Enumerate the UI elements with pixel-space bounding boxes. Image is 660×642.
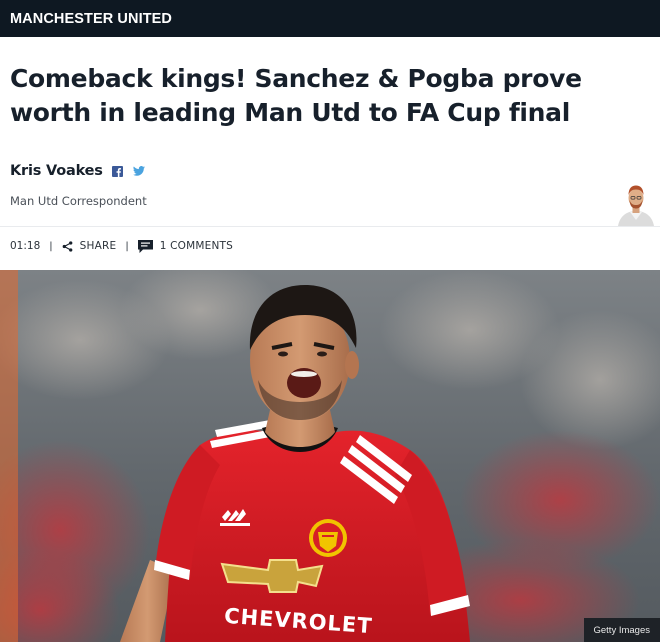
meta-separator: | bbox=[125, 240, 129, 252]
section-title[interactable]: MANCHESTER UNITED bbox=[10, 11, 172, 27]
share-button[interactable]: SHARE bbox=[62, 240, 117, 252]
meta-separator: | bbox=[49, 240, 53, 252]
twitter-icon[interactable] bbox=[132, 166, 145, 176]
author-role: Man Utd Correspondent bbox=[10, 194, 147, 208]
image-credit: Getty Images bbox=[583, 618, 660, 642]
club-crest bbox=[309, 519, 347, 557]
publish-time: 01:18 bbox=[10, 240, 41, 252]
comments-button[interactable]: 1 COMMENTS bbox=[137, 239, 234, 253]
facebook-icon[interactable] bbox=[111, 165, 123, 177]
author-name[interactable]: Kris Voakes bbox=[10, 163, 103, 179]
section-header-bar: MANCHESTER UNITED bbox=[0, 0, 660, 37]
player-celebration-image: CHEVROLET bbox=[0, 270, 660, 642]
author-row: Kris Voakes bbox=[10, 160, 155, 182]
comment-icon bbox=[137, 239, 153, 253]
article-meta-bar: 01:18 | SHARE | 1 COMMENTS bbox=[10, 237, 233, 255]
author-avatar[interactable] bbox=[612, 178, 660, 226]
divider bbox=[0, 226, 660, 227]
share-label: SHARE bbox=[79, 240, 117, 252]
comments-label: 1 COMMENTS bbox=[159, 240, 234, 252]
hero-image[interactable]: CHEVROLET Getty Images bbox=[0, 270, 660, 642]
article-headline: Comeback kings! Sanchez & Pogba prove wo… bbox=[10, 64, 582, 127]
share-icon bbox=[62, 240, 72, 252]
